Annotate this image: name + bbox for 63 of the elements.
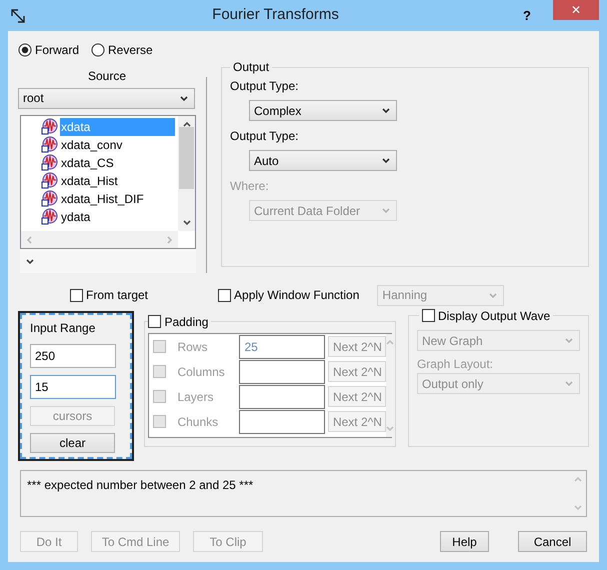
list-item[interactable]: xdata_Hist — [60, 172, 119, 190]
radio-label[interactable]: Forward — [35, 41, 80, 59]
vertical-scrollbar[interactable] — [178, 116, 195, 232]
group-title: Output — [232, 61, 270, 73]
list-item[interactable]: xdata_CS — [60, 154, 115, 172]
list-item[interactable]: xdata_Hist_DIF — [60, 190, 145, 208]
input-field[interactable]: 15 — [30, 375, 116, 399]
wave-icon — [41, 118, 58, 136]
field-label: Graph Layout: — [416, 356, 494, 373]
source-label: Source — [86, 68, 128, 85]
row-label: Rows — [177, 338, 208, 356]
wave-icon — [41, 154, 58, 172]
chevron-down-icon[interactable] — [182, 220, 190, 226]
window-title: Fourier Transforms — [211, 5, 340, 26]
row-label: Layers — [177, 388, 214, 406]
dropdown[interactable]: Auto — [249, 150, 397, 171]
checkbox-label[interactable]: From target — [86, 286, 148, 304]
row-label: Columns — [177, 364, 226, 380]
horizontal-scrollbar[interactable] — [21, 231, 178, 248]
chevron-down-icon[interactable] — [382, 108, 390, 113]
chevron-down-icon[interactable] — [26, 258, 34, 264]
wave-icon — [41, 172, 58, 190]
radio-label[interactable]: Reverse — [108, 41, 153, 59]
checkbox[interactable] — [153, 340, 166, 353]
checkbox[interactable] — [153, 390, 166, 403]
checkbox-label[interactable]: Display Output Wave — [438, 310, 550, 322]
field-label: Output Type: — [230, 78, 300, 95]
field-label: Output Type: — [230, 128, 300, 145]
field-label: Where: — [230, 178, 270, 195]
dropdown[interactable]: Complex — [249, 100, 397, 121]
wave-icon — [41, 136, 58, 154]
list-item[interactable]: xdata_conv — [60, 136, 124, 154]
input-field[interactable]: 25 — [239, 334, 326, 358]
chevron-up-icon[interactable] — [182, 122, 190, 127]
checkbox[interactable] — [153, 365, 166, 378]
checkbox[interactable] — [70, 288, 83, 302]
input-field[interactable]: 250 — [30, 344, 116, 368]
checkbox[interactable] — [422, 309, 435, 322]
button[interactable]: Help — [440, 531, 489, 552]
checkbox[interactable] — [153, 415, 166, 428]
row-label: Chunks — [177, 414, 220, 430]
chevron-down-icon[interactable] — [180, 96, 188, 101]
radio-button[interactable] — [18, 43, 32, 57]
button[interactable]: clear — [30, 433, 115, 453]
input-field[interactable] — [239, 384, 326, 408]
checkbox[interactable] — [148, 315, 162, 328]
checkbox-label[interactable]: Padding — [164, 316, 208, 328]
panel-title: Input Range — [30, 320, 96, 337]
radio-button[interactable] — [91, 43, 106, 57]
help-button[interactable]: ? — [523, 6, 531, 26]
message-text: *** expected number between 2 and 25 *** — [26, 477, 254, 494]
wave-icon — [41, 190, 58, 208]
chevron-right-icon[interactable] — [167, 236, 172, 244]
wave-icon — [41, 208, 58, 226]
scroll-thumb[interactable] — [179, 126, 194, 189]
folder-dropdown[interactable]: root — [18, 88, 195, 109]
input-field[interactable] — [239, 360, 326, 384]
button[interactable]: Cancel — [518, 531, 587, 552]
input-field[interactable] — [239, 410, 326, 434]
list-item[interactable]: ydata — [60, 208, 92, 226]
chevron-left-icon[interactable] — [27, 236, 32, 244]
close-button[interactable]: ✕ — [553, 0, 599, 20]
chevron-down-icon[interactable] — [382, 158, 390, 163]
